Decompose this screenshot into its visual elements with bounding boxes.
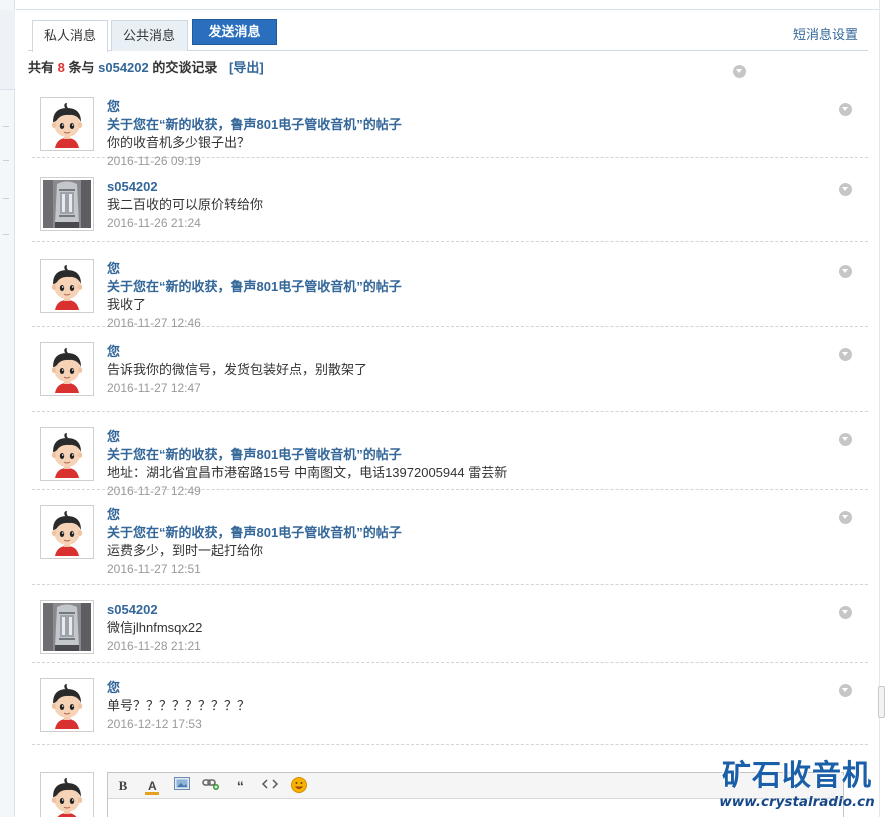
message-body: 运费多少，到时一起打给你 (107, 543, 264, 558)
message-sender[interactable]: 您 (107, 260, 838, 278)
export-link[interactable]: [导出] (229, 60, 264, 75)
font-color-icon[interactable]: A (141, 777, 163, 795)
message-body: 地址：湖北省宜昌市港窑路15号 中南图文，电话13972005944 雷芸新 (107, 465, 508, 480)
cartoon-boy-avatar (43, 775, 91, 817)
message-time: 2016-12-12 17:53 (107, 717, 202, 731)
scrollbar-thumb[interactable] (878, 686, 885, 718)
top-divider (16, 9, 879, 10)
message-options-icon[interactable] (839, 606, 852, 619)
message-item: 您关于您在“新的收获，鲁声801电子管收音机”的帖子 我收了 2016-11-27 … (32, 244, 868, 330)
summary-prefix: 共有 (28, 60, 55, 75)
image-icon[interactable] (171, 777, 193, 795)
message-options-icon[interactable] (839, 103, 852, 116)
site-watermark: 矿石收音机 www.crystalradio.cn (717, 757, 877, 811)
message-subject[interactable]: 关于您在“新的收获，鲁声801电子管收音机”的帖子 (107, 278, 838, 296)
summary-mid: 条与 (68, 60, 95, 75)
message-content: 您告诉我你的微信号，发货包装好点，别散架了 2016-11-27 12:47 (107, 343, 838, 397)
cartoon-boy-avatar (43, 681, 91, 729)
message-time: 2016-11-27 12:47 (107, 381, 201, 395)
watermark-url: www.crystalradio.cn (719, 794, 875, 810)
code-icon[interactable] (259, 777, 281, 795)
cartoon-boy-avatar (43, 100, 91, 148)
send-message-button[interactable]: 发送消息 (192, 19, 277, 45)
left-tick (3, 126, 9, 127)
sender-avatar[interactable] (40, 505, 94, 559)
quote-icon[interactable]: “ (229, 777, 251, 795)
message-subject[interactable]: 关于您在“新的收获，鲁声801电子管收音机”的帖子 (107, 116, 838, 134)
message-body: 单号？？？？？？？？？ (107, 698, 251, 713)
message-options-icon[interactable] (839, 265, 852, 278)
tab-public-messages[interactable]: 公共消息 (111, 20, 188, 51)
cartoon-boy-avatar (43, 508, 91, 556)
message-subject[interactable]: 关于您在“新的收获，鲁声801电子管收音机”的帖子 (107, 524, 838, 542)
left-panel-notch (0, 10, 15, 90)
watermark-title: 矿石收音机 (721, 758, 872, 792)
message-time: 2016-11-26 21:24 (107, 216, 201, 230)
message-item: 您关于您在“新的收获，鲁声801电子管收音机”的帖子 运费多少，到时一起打给你 20… (32, 490, 868, 585)
message-body: 你的收音机多少银子出？ (107, 135, 251, 150)
message-body: 我收了 (107, 297, 147, 312)
left-tick (3, 160, 9, 161)
summary-suffix: 的交谈记录 (152, 60, 218, 75)
message-options-icon[interactable] (839, 684, 852, 697)
message-content: 您关于您在“新的收获，鲁声801电子管收音机”的帖子 我收了 2016-11-27 … (107, 260, 838, 332)
message-item: s054202 我二百收的可以原价转给你 2016-11-26 21:24 (32, 162, 868, 242)
tab-private-messages[interactable]: 私人消息 (32, 20, 108, 52)
conversation-username[interactable]: s054202 (98, 60, 149, 75)
message-sender[interactable]: 您 (107, 428, 838, 446)
sender-avatar[interactable] (40, 600, 94, 654)
my-avatar (40, 772, 94, 817)
message-content: s054202 我二百收的可以原价转给你 2016-11-26 21:24 (107, 178, 838, 232)
message-content: s054202 微信jlhnfmsqx22 2016-11-28 21:21 (107, 601, 838, 655)
message-count: 8 (57, 60, 65, 75)
sender-avatar[interactable] (40, 427, 94, 481)
vacuum-tube-photo-avatar (43, 603, 91, 651)
message-settings-link[interactable]: 短消息设置 (793, 24, 858, 43)
message-item: s054202 微信jlhnfmsqx22 2016-11-28 21:21 (32, 585, 868, 663)
sender-avatar[interactable] (40, 259, 94, 313)
message-options-icon[interactable] (839, 183, 852, 196)
tab-bar: 私人消息 公共消息 发送消息 短消息设置 (28, 18, 868, 52)
message-body: 我二百收的可以原价转给你 (107, 197, 264, 212)
left-tick (3, 198, 9, 199)
bold-icon[interactable]: B (112, 777, 134, 795)
sender-avatar[interactable] (40, 342, 94, 396)
scrollbar[interactable] (878, 0, 885, 817)
message-options-icon[interactable] (839, 348, 852, 361)
message-item: 您单号？？？？？？？？？ 2016-12-12 17:53 (32, 663, 868, 745)
message-sender[interactable]: 您 (107, 98, 838, 116)
message-time: 2016-11-27 12:51 (107, 562, 201, 576)
vacuum-tube-photo-avatar (43, 180, 91, 228)
message-sender[interactable]: 您 (107, 506, 838, 524)
conversation-summary: 共有 8 条与 s054202 的交谈记录 [导出] (28, 51, 868, 85)
cartoon-boy-avatar (43, 430, 91, 478)
emoji-icon[interactable] (288, 777, 310, 795)
message-content: 您单号？？？？？？？？？ 2016-12-12 17:53 (107, 679, 838, 733)
cartoon-boy-avatar (43, 262, 91, 310)
message-subject[interactable]: 关于您在“新的收获，鲁声801电子管收音机”的帖子 (107, 446, 838, 464)
cartoon-boy-avatar (43, 345, 91, 393)
link-icon[interactable] (200, 777, 222, 795)
message-content: 您关于您在“新的收获，鲁声801电子管收音机”的帖子 你的收音机多少银子出？ 201… (107, 98, 838, 170)
left-panel-edge (0, 0, 15, 817)
main-panel: 私人消息 公共消息 发送消息 短消息设置 共有 8 条与 s054202 的交谈… (28, 18, 868, 817)
collapse-all-icon[interactable] (733, 65, 746, 78)
message-body: 微信jlhnfmsqx22 (107, 620, 203, 635)
message-time: 2016-11-28 21:21 (107, 639, 201, 653)
message-sender[interactable]: 您 (107, 343, 838, 361)
sender-avatar[interactable] (40, 177, 94, 231)
message-sender[interactable]: s054202 (107, 601, 838, 619)
message-body: 告诉我你的微信号，发货包装好点，别散架了 (107, 362, 368, 377)
message-content: 您关于您在“新的收获，鲁声801电子管收音机”的帖子 运费多少，到时一起打给你 20… (107, 506, 838, 578)
message-item: 您告诉我你的微信号，发货包装好点，别散架了 2016-11-27 12:47 (32, 327, 868, 412)
message-options-icon[interactable] (839, 511, 852, 524)
message-sender[interactable]: 您 (107, 679, 838, 697)
sender-avatar[interactable] (40, 678, 94, 732)
left-tick (3, 234, 9, 235)
message-item: 您关于您在“新的收获，鲁声801电子管收音机”的帖子 你的收音机多少银子出？ 201… (32, 82, 868, 168)
message-options-icon[interactable] (839, 433, 852, 446)
message-item: 您关于您在“新的收获，鲁声801电子管收音机”的帖子 地址：湖北省宜昌市港窑路15… (32, 412, 868, 498)
sender-avatar[interactable] (40, 97, 94, 151)
message-sender[interactable]: s054202 (107, 178, 838, 196)
